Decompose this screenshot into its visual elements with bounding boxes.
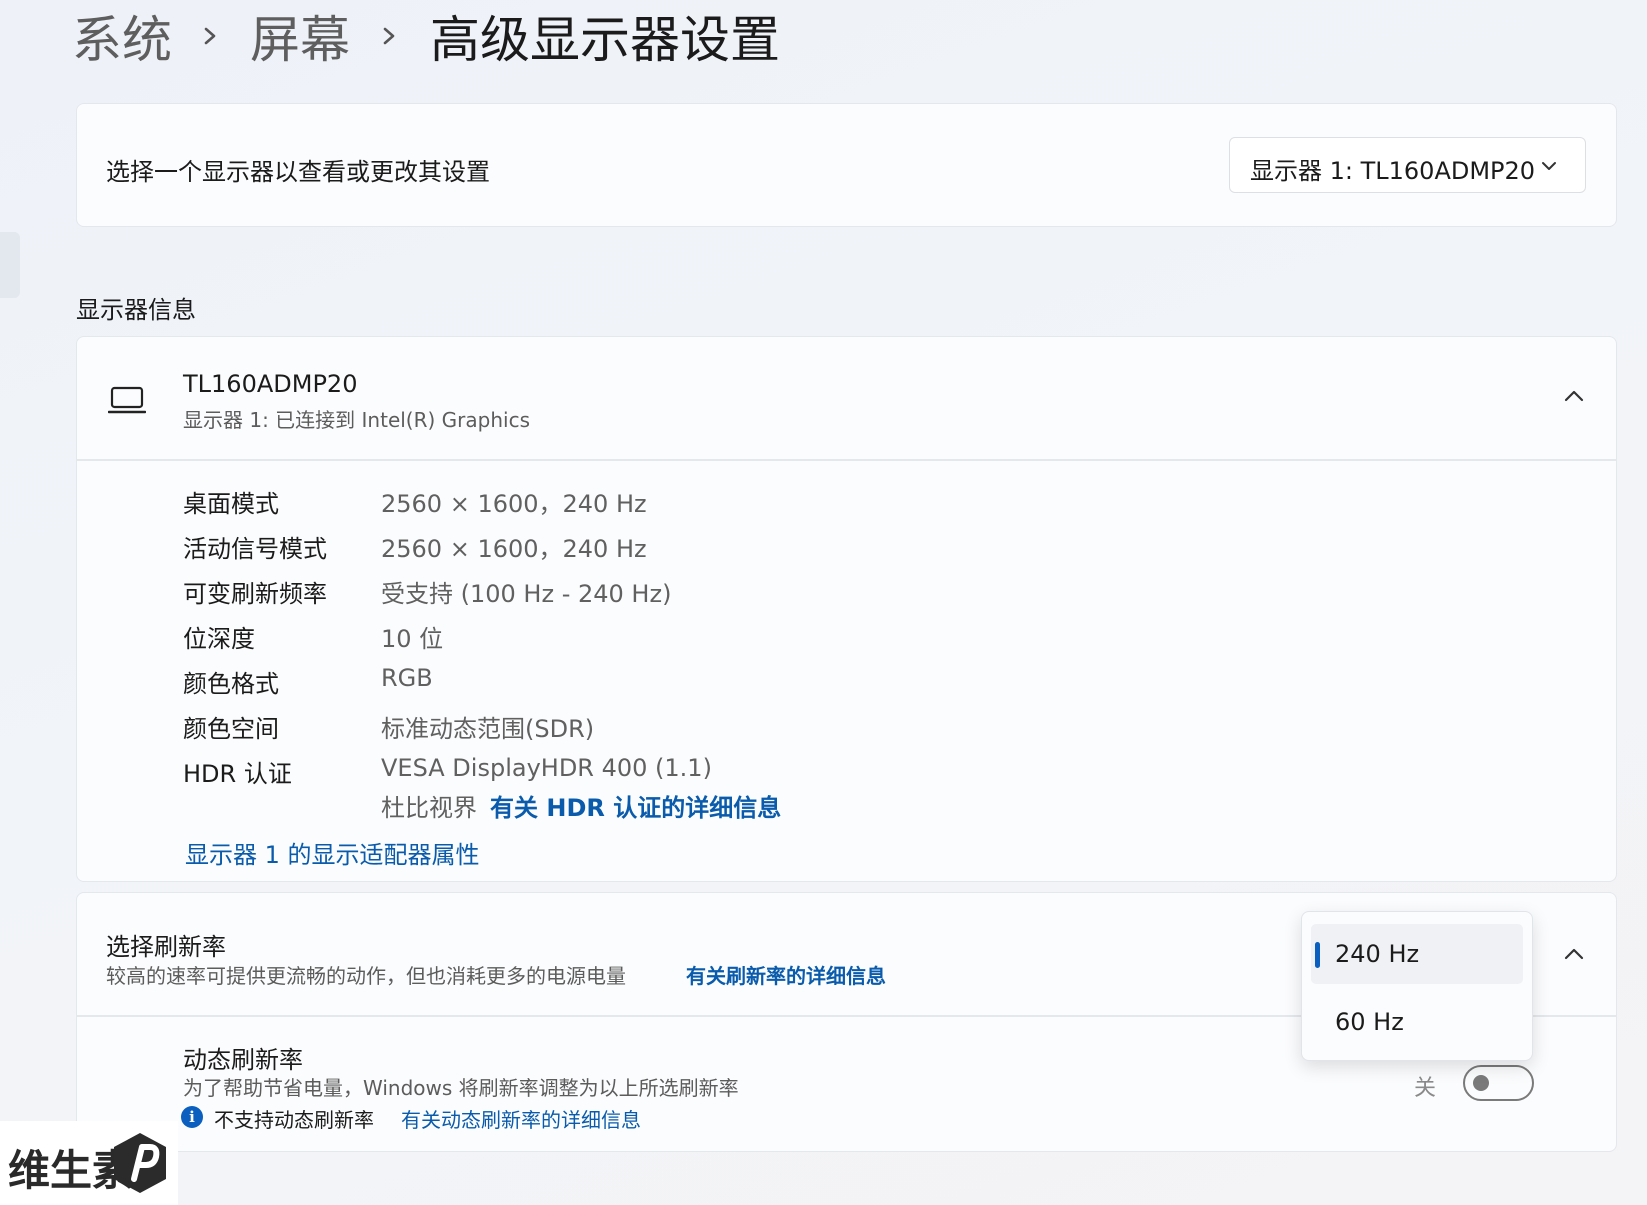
info-label-hdr: HDR 认证 — [183, 760, 292, 788]
display-info-header[interactable]: TL160ADMP20 显示器 1: 已连接到 Intel(R) Graphic… — [76, 336, 1617, 460]
monitor-name: TL160ADMP20 — [183, 370, 358, 398]
refresh-option-label: 240 Hz — [1335, 940, 1420, 968]
info-value-desktop-mode: 2560 × 1600，240 Hz — [381, 490, 647, 518]
info-label-active-signal: 活动信号模式 — [183, 535, 327, 563]
breadcrumb-item-display[interactable]: 屏幕 — [250, 0, 350, 72]
hdr-cert-link[interactable]: 有关 HDR 认证的详细信息 — [490, 788, 781, 823]
info-label-color-space: 颜色空间 — [183, 715, 279, 743]
section-title-display-info: 显示器信息 — [76, 296, 196, 324]
info-value-vrr: 受支持 (100 Hz - 240 Hz) — [381, 580, 672, 608]
info-value-bit-depth: 10 位 — [381, 625, 444, 653]
display-adapter-properties-link[interactable]: 显示器 1 的显示适配器属性 — [185, 835, 480, 870]
refresh-rate-description: 较高的速率可提供更流畅的动作，但也消耗更多的电源电量 — [106, 964, 626, 988]
refresh-rate-title: 选择刷新率 — [106, 933, 226, 961]
monitor-dropdown[interactable]: 显示器 1: TL160ADMP20 — [1229, 137, 1586, 193]
refresh-rate-dropdown-popup: 240 Hz 60 Hz — [1301, 911, 1533, 1061]
dynamic-refresh-toggle[interactable] — [1463, 1065, 1534, 1101]
refresh-option-240[interactable]: 240 Hz — [1311, 924, 1523, 984]
toggle-state-label: 关 — [1414, 1076, 1437, 1101]
info-value-hdr: VESA DisplayHDR 400 (1.1) — [381, 754, 712, 782]
info-label-color-format: 颜色格式 — [183, 670, 279, 698]
info-value-active-signal: 2560 × 1600，240 Hz — [381, 535, 647, 563]
info-label-desktop-mode: 桌面模式 — [183, 490, 279, 518]
laptop-icon — [108, 386, 146, 414]
vitamin-p-logo-icon — [114, 1133, 166, 1193]
monitor-select-label: 选择一个显示器以查看或更改其设置 — [106, 158, 490, 186]
dynamic-refresh-unsupported: 不支持动态刷新率 — [214, 1108, 374, 1132]
chevron-up-icon[interactable] — [1563, 388, 1585, 404]
refresh-option-60[interactable]: 60 Hz — [1311, 992, 1523, 1052]
refresh-rate-info-link[interactable]: 有关刷新率的详细信息 — [686, 960, 886, 989]
divider — [77, 459, 1616, 461]
chevron-up-icon[interactable] — [1563, 946, 1585, 962]
toggle-knob — [1473, 1075, 1489, 1091]
watermark-logo: 维生素 — [0, 1121, 178, 1205]
monitor-dropdown-value: 显示器 1: TL160ADMP20 — [1250, 157, 1536, 185]
monitor-subtitle: 显示器 1: 已连接到 Intel(R) Graphics — [183, 408, 530, 432]
info-label-vrr: 可变刷新频率 — [183, 580, 327, 608]
chevron-down-icon — [1542, 162, 1556, 170]
info-label-bit-depth: 位深度 — [183, 625, 255, 653]
hdr-dolby-vision: 杜比视界 — [381, 794, 477, 822]
refresh-option-label: 60 Hz — [1335, 1008, 1404, 1036]
nav-pane-edge — [0, 232, 20, 298]
info-icon: i — [181, 1106, 203, 1128]
chevron-right-icon — [383, 27, 395, 45]
page-title: 高级显示器设置 — [430, 11, 780, 69]
dynamic-refresh-description: 为了帮助节省电量，Windows 将刷新率调整为以上所选刷新率 — [183, 1076, 739, 1100]
info-value-color-format: RGB — [381, 664, 433, 692]
info-value-color-space: 标准动态范围(SDR) — [381, 715, 595, 743]
breadcrumb-item-system[interactable]: 系统 — [72, 0, 172, 72]
dynamic-refresh-info-link[interactable]: 有关动态刷新率的详细信息 — [401, 1104, 641, 1133]
selected-indicator — [1315, 942, 1320, 968]
dynamic-refresh-title: 动态刷新率 — [183, 1046, 303, 1074]
chevron-right-icon — [204, 27, 216, 45]
